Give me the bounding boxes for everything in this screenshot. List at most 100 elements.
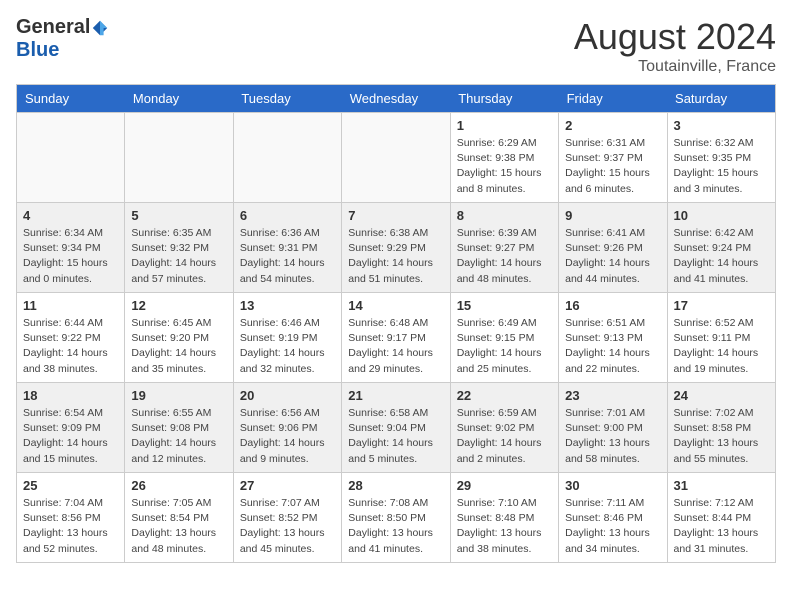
day-number: 17 [674, 298, 769, 313]
calendar-cell: 3 Sunrise: 6:32 AMSunset: 9:35 PMDaylight… [667, 113, 775, 203]
day-number: 12 [131, 298, 226, 313]
calendar-cell: 25 Sunrise: 7:04 AMSunset: 8:56 PMDayligh… [17, 473, 125, 563]
calendar-cell: 29 Sunrise: 7:10 AMSunset: 8:48 PMDayligh… [450, 473, 558, 563]
day-number: 15 [457, 298, 552, 313]
calendar-cell: 26 Sunrise: 7:05 AMSunset: 8:54 PMDayligh… [125, 473, 233, 563]
calendar-cell: 16Sunrise: 6:51 AMSunset: 9:13 PMDayligh… [559, 293, 667, 383]
day-number: 14 [348, 298, 443, 313]
day-info: Sunrise: 6:29 AMSunset: 9:38 PMDaylight:… [457, 136, 552, 197]
day-number: 27 [240, 478, 335, 493]
day-info: Sunrise: 6:34 AMSunset: 9:34 PMDaylight:… [23, 226, 118, 287]
day-info: Sunrise: 6:38 AMSunset: 9:29 PMDaylight:… [348, 226, 443, 287]
day-info: Sunrise: 7:11 AMSunset: 8:46 PMDaylight:… [565, 496, 660, 557]
day-info: Sunrise: 6:36 AMSunset: 9:31 PMDaylight:… [240, 226, 335, 287]
calendar-day-header: Thursday [450, 85, 558, 113]
calendar-cell [233, 113, 341, 203]
day-number: 7 [348, 208, 443, 223]
day-number: 9 [565, 208, 660, 223]
day-info: Sunrise: 6:55 AMSunset: 9:08 PMDaylight:… [131, 406, 226, 467]
calendar-cell: 2 Sunrise: 6:31 AMSunset: 9:37 PMDaylight… [559, 113, 667, 203]
day-info: Sunrise: 6:52 AMSunset: 9:11 PMDaylight:… [674, 316, 769, 377]
day-info: Sunrise: 6:45 AMSunset: 9:20 PMDaylight:… [131, 316, 226, 377]
calendar-cell: 9 Sunrise: 6:41 AMSunset: 9:26 PMDaylight… [559, 203, 667, 293]
calendar-cell: 14 Sunrise: 6:48 AMSunset: 9:17 PMDayligh… [342, 293, 450, 383]
calendar-cell: 7 Sunrise: 6:38 AMSunset: 9:29 PMDaylight… [342, 203, 450, 293]
logo-icon [91, 19, 109, 37]
day-info: Sunrise: 7:10 AMSunset: 8:48 PMDaylight:… [457, 496, 552, 557]
calendar-cell: 21 Sunrise: 6:58 AMSunset: 9:04 PMDayligh… [342, 383, 450, 473]
calendar-cell: 4 Sunrise: 6:34 AMSunset: 9:34 PMDaylight… [17, 203, 125, 293]
day-number: 25 [23, 478, 118, 493]
day-number: 3 [674, 118, 769, 133]
day-number: 6 [240, 208, 335, 223]
calendar-cell: 18 Sunrise: 6:54 AMSunset: 9:09 PMDayligh… [17, 383, 125, 473]
calendar-cell: 27 Sunrise: 7:07 AMSunset: 8:52 PMDayligh… [233, 473, 341, 563]
title-area: August 2024 Toutainville, France [574, 16, 776, 76]
calendar-cell: 6 Sunrise: 6:36 AMSunset: 9:31 PMDaylight… [233, 203, 341, 293]
day-info: Sunrise: 7:08 AMSunset: 8:50 PMDaylight:… [348, 496, 443, 557]
day-number: 31 [674, 478, 769, 493]
calendar-cell: 15 Sunrise: 6:49 AMSunset: 9:15 PMDayligh… [450, 293, 558, 383]
day-number: 11 [23, 298, 118, 313]
day-info: Sunrise: 7:01 AMSunset: 9:00 PMDaylight:… [565, 406, 660, 467]
calendar-cell: 19 Sunrise: 6:55 AMSunset: 9:08 PMDayligh… [125, 383, 233, 473]
day-number: 30 [565, 478, 660, 493]
day-number: 21 [348, 388, 443, 403]
logo: General Blue [16, 16, 109, 62]
day-info: Sunrise: 7:04 AMSunset: 8:56 PMDaylight:… [23, 496, 118, 557]
day-number: 4 [23, 208, 118, 223]
calendar-day-header: Sunday [17, 85, 125, 113]
day-info: Sunrise: 6:32 AMSunset: 9:35 PMDaylight:… [674, 136, 769, 197]
calendar-cell: 10 Sunrise: 6:42 AMSunset: 9:24 PMDayligh… [667, 203, 775, 293]
calendar-week-row: 18 Sunrise: 6:54 AMSunset: 9:09 PMDayligh… [17, 383, 776, 473]
calendar-cell [17, 113, 125, 203]
day-info: Sunrise: 6:48 AMSunset: 9:17 PMDaylight:… [348, 316, 443, 377]
day-info: Sunrise: 6:49 AMSunset: 9:15 PMDaylight:… [457, 316, 552, 377]
calendar-cell: 22Sunrise: 6:59 AMSunset: 9:02 PMDayligh… [450, 383, 558, 473]
day-number: 1 [457, 118, 552, 133]
calendar-day-header: Friday [559, 85, 667, 113]
day-number: 24 [674, 388, 769, 403]
day-number: 22 [457, 388, 552, 403]
calendar-cell: 11 Sunrise: 6:44 AMSunset: 9:22 PMDayligh… [17, 293, 125, 383]
day-info: Sunrise: 6:56 AMSunset: 9:06 PMDaylight:… [240, 406, 335, 467]
calendar-cell: 13 Sunrise: 6:46 AMSunset: 9:19 PMDayligh… [233, 293, 341, 383]
day-info: Sunrise: 6:44 AMSunset: 9:22 PMDaylight:… [23, 316, 118, 377]
calendar-week-row: 1 Sunrise: 6:29 AMSunset: 9:38 PMDaylight… [17, 113, 776, 203]
calendar-cell: 28 Sunrise: 7:08 AMSunset: 8:50 PMDayligh… [342, 473, 450, 563]
day-number: 8 [457, 208, 552, 223]
day-info: Sunrise: 7:02 AMSunset: 8:58 PMDaylight:… [674, 406, 769, 467]
day-info: Sunrise: 6:46 AMSunset: 9:19 PMDaylight:… [240, 316, 335, 377]
day-info: Sunrise: 6:54 AMSunset: 9:09 PMDaylight:… [23, 406, 118, 467]
day-info: Sunrise: 6:41 AMSunset: 9:26 PMDaylight:… [565, 226, 660, 287]
calendar-cell: 24 Sunrise: 7:02 AMSunset: 8:58 PMDayligh… [667, 383, 775, 473]
day-number: 18 [23, 388, 118, 403]
location-subtitle: Toutainville, France [574, 58, 776, 76]
calendar-cell: 1 Sunrise: 6:29 AMSunset: 9:38 PMDaylight… [450, 113, 558, 203]
day-number: 13 [240, 298, 335, 313]
day-number: 28 [348, 478, 443, 493]
day-info: Sunrise: 6:42 AMSunset: 9:24 PMDaylight:… [674, 226, 769, 287]
day-number: 2 [565, 118, 660, 133]
calendar-day-header: Monday [125, 85, 233, 113]
calendar-week-row: 25 Sunrise: 7:04 AMSunset: 8:56 PMDayligh… [17, 473, 776, 563]
day-number: 5 [131, 208, 226, 223]
calendar-cell: 23Sunrise: 7:01 AMSunset: 9:00 PMDayligh… [559, 383, 667, 473]
logo-blue-text: Blue [16, 39, 59, 62]
calendar-cell: 8 Sunrise: 6:39 AMSunset: 9:27 PMDaylight… [450, 203, 558, 293]
day-number: 26 [131, 478, 226, 493]
page-header: General Blue August 2024 Toutainville, F… [16, 16, 776, 76]
calendar-cell [125, 113, 233, 203]
day-info: Sunrise: 6:31 AMSunset: 9:37 PMDaylight:… [565, 136, 660, 197]
calendar-header-row: SundayMondayTuesdayWednesdayThursdayFrid… [17, 85, 776, 113]
day-number: 29 [457, 478, 552, 493]
day-number: 19 [131, 388, 226, 403]
day-info: Sunrise: 7:05 AMSunset: 8:54 PMDaylight:… [131, 496, 226, 557]
day-info: Sunrise: 6:58 AMSunset: 9:04 PMDaylight:… [348, 406, 443, 467]
day-number: 10 [674, 208, 769, 223]
day-info: Sunrise: 6:39 AMSunset: 9:27 PMDaylight:… [457, 226, 552, 287]
day-info: Sunrise: 7:07 AMSunset: 8:52 PMDaylight:… [240, 496, 335, 557]
calendar-cell: 5Sunrise: 6:35 AMSunset: 9:32 PMDaylight… [125, 203, 233, 293]
calendar-cell: 12 Sunrise: 6:45 AMSunset: 9:20 PMDayligh… [125, 293, 233, 383]
calendar-cell [342, 113, 450, 203]
